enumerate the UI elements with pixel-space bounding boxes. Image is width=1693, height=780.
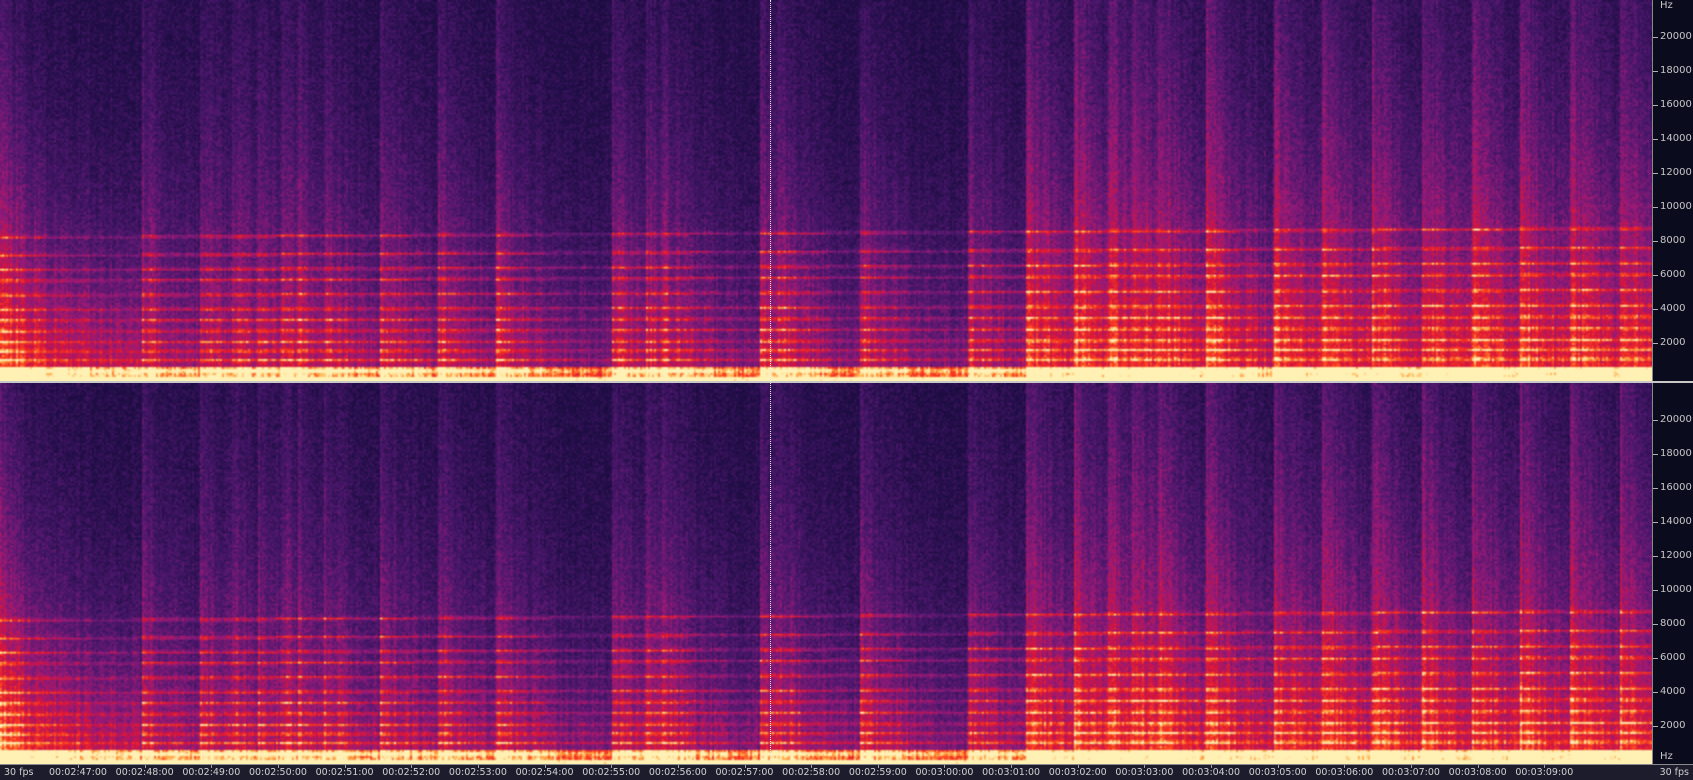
frequency-tick-label: 10000: [1660, 583, 1692, 595]
frequency-tick-label: 4000: [1660, 685, 1686, 697]
frequency-ruler-bottom[interactable]: Hz 20000 18000 16000 14000 12000 10000 8000 600…: [1652, 383, 1693, 764]
frequency-tick-label: 2000: [1660, 336, 1686, 348]
time-tick-label: 00:02:49:00: [182, 767, 241, 778]
time-tick-label: 00:02:56:00: [648, 767, 707, 778]
time-tick-label: 00:03:01:00: [982, 767, 1041, 778]
time-tick-label: 00:02:54:00: [515, 767, 574, 778]
spectrogram-channel-1[interactable]: [0, 0, 1652, 381]
frequency-tick: [1653, 342, 1658, 344]
time-tick-label: 00:02:55:00: [582, 767, 641, 778]
frequency-tick-label: 6000: [1660, 268, 1686, 280]
time-tick-label: 00:02:51:00: [315, 767, 374, 778]
time-ruler[interactable]: 30 fps 30 fps 00:02:47:00 00:02:48:00 00:0…: [0, 764, 1693, 780]
frequency-unit-label: Hz: [1660, 0, 1673, 11]
frequency-tick-label: 6000: [1660, 651, 1686, 663]
frequency-tick-label: 16000: [1660, 481, 1692, 493]
time-tick-label: 00:03:00:00: [915, 767, 974, 778]
time-tick-label: 00:03:02:00: [1048, 767, 1107, 778]
frequency-tick: [1653, 657, 1658, 659]
spectrogram-canvas: [0, 383, 1652, 764]
frequency-tick: [1653, 691, 1658, 693]
frequency-tick: [1653, 138, 1658, 140]
time-tick-label: 00:03:06:00: [1315, 767, 1374, 778]
frequency-tick-label: 12000: [1660, 549, 1692, 561]
time-tick-label: 00:02:52:00: [382, 767, 441, 778]
frequency-tick: [1653, 240, 1658, 242]
frequency-tick: [1653, 521, 1658, 523]
spectrogram-canvas: [0, 0, 1652, 381]
frequency-tick-label: 14000: [1660, 515, 1692, 527]
frequency-tick: [1653, 36, 1658, 38]
frequency-tick: [1653, 419, 1658, 421]
frequency-tick: [1653, 308, 1658, 310]
frequency-tick: [1653, 725, 1658, 727]
frequency-tick-label: 20000: [1660, 413, 1692, 425]
time-tick-label: 00:02:48:00: [115, 767, 174, 778]
frequency-tick: [1653, 274, 1658, 276]
frequency-tick: [1653, 589, 1658, 591]
time-tick-label: 00:02:57:00: [715, 767, 774, 778]
time-tick-label: 00:02:59:00: [848, 767, 907, 778]
frequency-ruler-top[interactable]: Hz 20000 18000 16000 14000 12000 10000 8000 600…: [1652, 0, 1693, 381]
time-tick-label: 00:02:53:00: [448, 767, 507, 778]
time-tick-label: 00:03:04:00: [1182, 767, 1241, 778]
frequency-tick-label: 10000: [1660, 200, 1692, 212]
frequency-tick: [1653, 623, 1658, 625]
time-tick-label: 00:03:05:00: [1248, 767, 1307, 778]
frequency-tick-label: 4000: [1660, 302, 1686, 314]
frequency-tick-label: 8000: [1660, 234, 1686, 246]
frequency-tick-label: 8000: [1660, 617, 1686, 629]
time-tick-label: 00:02:47:00: [49, 767, 107, 778]
time-tick-label: 00:03:03:00: [1115, 767, 1174, 778]
time-tick-label: 00:02:58:00: [782, 767, 841, 778]
spectrogram-channel-2[interactable]: [0, 383, 1652, 764]
frequency-tick-label: 16000: [1660, 98, 1692, 110]
frequency-tick: [1653, 104, 1658, 106]
frequency-tick: [1653, 555, 1658, 557]
frame-rate-label-right: 30 fps: [1659, 767, 1689, 778]
time-tick-label: 00:03:07:00: [1382, 767, 1440, 778]
frame-rate-label-left: 30 fps: [4, 767, 34, 778]
frequency-tick-label: 20000: [1660, 30, 1692, 42]
frequency-tick-label: 14000: [1660, 132, 1692, 144]
frequency-tick-label: 12000: [1660, 166, 1692, 178]
playhead-cursor[interactable]: [770, 0, 771, 764]
time-tick-label: 00:03:08:00: [1448, 767, 1507, 778]
frequency-tick-label: 2000: [1660, 719, 1686, 731]
frequency-tick-label: 18000: [1660, 447, 1692, 459]
frequency-unit-label: Hz: [1660, 751, 1673, 762]
frequency-tick: [1653, 206, 1658, 208]
time-tick-label: 00:02:50:00: [248, 767, 307, 778]
frequency-tick: [1653, 487, 1658, 489]
time-tick-label: 00:03:09:00: [1515, 767, 1574, 778]
frequency-tick: [1653, 453, 1658, 455]
frequency-tick: [1653, 70, 1658, 72]
frequency-tick: [1653, 172, 1658, 174]
frequency-tick-label: 18000: [1660, 64, 1692, 76]
